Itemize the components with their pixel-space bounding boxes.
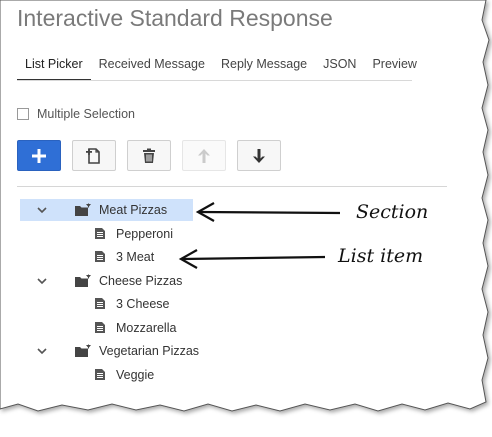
list-item-annotation: List item — [338, 245, 424, 267]
list-item-arrow — [178, 249, 326, 269]
section-arrow — [195, 202, 341, 222]
section-annotation: Section — [356, 201, 429, 223]
